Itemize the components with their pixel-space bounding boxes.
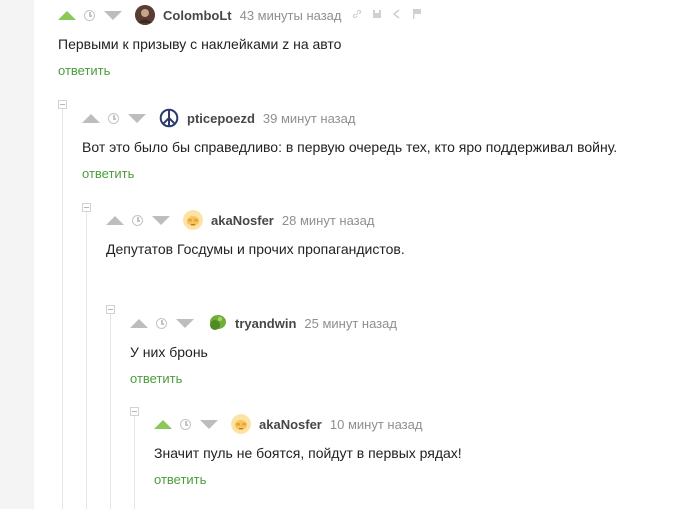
reply-link[interactable]: ответить <box>58 63 110 78</box>
upvote-arrow-icon[interactable] <box>130 318 148 328</box>
peace-symbol-icon <box>159 108 179 128</box>
thread-line <box>134 413 135 509</box>
clock-icon[interactable] <box>180 418 191 430</box>
reply-link[interactable]: ответить <box>130 371 182 386</box>
save-icon[interactable] <box>372 9 382 22</box>
upvote-arrow-icon[interactable] <box>58 10 76 20</box>
comment-text: Депутатов Госдумы и прочих пропагандисто… <box>106 241 405 257</box>
clock-icon[interactable] <box>84 9 95 21</box>
comment-text: У них бронь <box>130 344 208 360</box>
downvote-arrow-icon[interactable] <box>104 10 122 20</box>
collapse-thread-button[interactable] <box>130 407 139 416</box>
username[interactable]: akaNosfer <box>211 213 274 228</box>
reply-link[interactable]: ответить <box>154 472 206 487</box>
avatar[interactable] <box>183 210 203 230</box>
username[interactable]: akaNosfer <box>259 417 322 432</box>
emoji-face-icon <box>183 210 203 230</box>
reply-link[interactable]: ответить <box>82 166 134 181</box>
downvote-arrow-icon[interactable] <box>176 318 194 328</box>
link-icon[interactable] <box>352 9 362 22</box>
share-icon[interactable] <box>392 8 402 22</box>
thread-line <box>110 313 111 509</box>
username[interactable]: tryandwin <box>235 316 296 331</box>
clock-icon[interactable] <box>108 112 119 124</box>
timestamp[interactable]: 28 минут назад <box>282 213 375 228</box>
clock-icon[interactable] <box>156 317 167 329</box>
upvote-arrow-icon[interactable] <box>106 215 124 225</box>
avatar[interactable] <box>135 5 155 25</box>
upvote-arrow-icon[interactable] <box>82 113 100 123</box>
thread-line <box>86 210 87 509</box>
report-flag-icon[interactable] <box>412 8 422 22</box>
avatar[interactable] <box>159 108 179 128</box>
upvote-arrow-icon[interactable] <box>154 419 172 429</box>
username[interactable]: ColomboLt <box>163 8 232 23</box>
timestamp[interactable]: 39 минут назад <box>263 111 356 126</box>
username[interactable]: pticepoezd <box>187 111 255 126</box>
comment-text: Вот это было бы справедливо: в первую оч… <box>82 139 618 155</box>
avatar[interactable] <box>231 414 251 434</box>
downvote-arrow-icon[interactable] <box>200 419 218 429</box>
comment-text: Первыми к призыву с наклейками z на авто <box>58 36 342 52</box>
emoji-face-icon <box>231 414 251 434</box>
timestamp[interactable]: 10 минут назад <box>330 417 423 432</box>
photo-avatar-icon <box>135 5 155 25</box>
collapse-thread-button[interactable] <box>58 100 67 109</box>
downvote-arrow-icon[interactable] <box>128 113 146 123</box>
collapse-thread-button[interactable] <box>82 203 91 212</box>
thread-line <box>62 106 63 509</box>
clock-icon[interactable] <box>132 214 143 226</box>
timestamp[interactable]: 25 минут назад <box>304 316 397 331</box>
timestamp[interactable]: 43 минуты назад <box>240 8 342 23</box>
comment-text: Значит пуль не боятся, пойдут в первых р… <box>154 445 462 461</box>
green-blob-icon <box>210 315 226 330</box>
collapse-thread-button[interactable] <box>106 305 115 314</box>
avatar[interactable] <box>207 313 227 333</box>
left-gutter <box>0 0 34 509</box>
downvote-arrow-icon[interactable] <box>152 215 170 225</box>
